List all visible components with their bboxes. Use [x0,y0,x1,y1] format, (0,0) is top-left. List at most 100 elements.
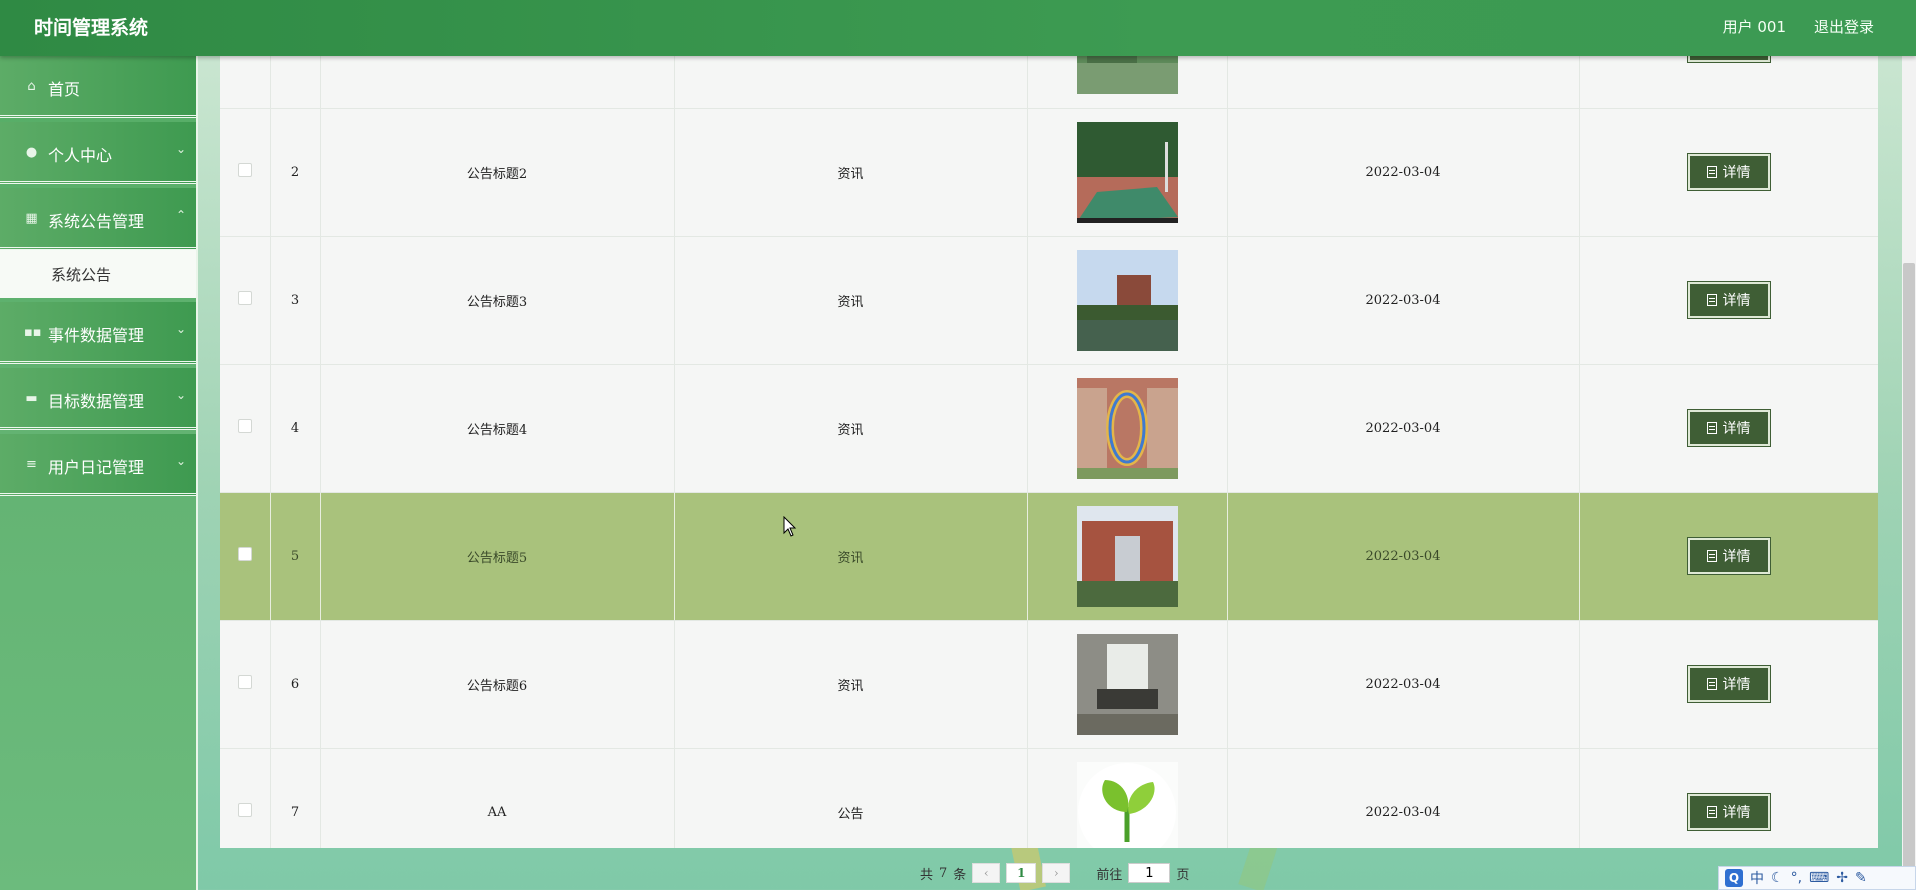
detail-button[interactable]: 详情 [1686,281,1771,319]
top-bar: 时间管理系统 用户 001 退出登录 [0,0,1916,56]
chevron-down-icon: ⌄ [175,388,186,402]
settings-icon[interactable]: ✢ [1836,870,1848,886]
checkbox-cell [220,620,271,749]
detail-button-label: 详情 [1722,677,1751,693]
row-checkbox[interactable] [237,803,252,817]
user-label: 用户 001 [1722,18,1786,36]
pagination-total: 7 [939,865,948,881]
user-icon: ● [25,145,38,160]
sculpture-thumbnail-icon [1076,377,1178,479]
detail-button[interactable]: 详情 [1686,409,1771,447]
document-icon [1706,166,1717,178]
table-row[interactable]: 2 公告标题2 资讯 2022-03-04 详情 [220,108,1878,237]
announcement-type: 资讯 [674,492,1028,621]
apps-icon: ▪▪ [24,325,42,340]
row-index: 6 [270,620,321,749]
sidebar-item-label: 系统公告管理 [48,212,145,231]
announcement-title: 公告标题2 [320,108,675,237]
announcement-date: 2022-03-04 [1227,492,1580,621]
document-icon [1706,806,1717,818]
tool-icon[interactable]: ✎ [1855,870,1867,886]
detail-button[interactable]: 详情 [1686,793,1771,831]
checkbox-cell [220,748,271,848]
row-checkbox[interactable] [237,675,252,689]
checkbox-cell [220,364,271,493]
lake-building-thumbnail-icon [1076,249,1178,351]
detail-button[interactable]: 详情 [1686,537,1771,575]
ime-mode-toggle[interactable]: 中 [1750,868,1764,888]
sidebar-subitem-announcement[interactable]: 系统公告 [0,250,196,298]
thumbnail-cell [1027,748,1228,848]
scrollbar-thumb[interactable] [1903,263,1915,890]
sidebar-item-user-diary[interactable]: ≡ 用户日记管理 ⌄ [0,434,196,496]
row-checkbox[interactable] [237,419,252,433]
list-icon: ≡ [26,457,37,472]
folder-icon: ▬ [25,391,38,406]
next-page-button[interactable]: › [1042,863,1071,883]
detail-button-label: 详情 [1722,421,1751,437]
pagination-total-suffix: 条 [953,867,967,883]
row-index: 4 [270,364,321,493]
chevron-down-icon: ⌄ [175,322,186,336]
detail-button-label: 详情 [1722,293,1751,309]
action-cell: 详情 [1579,236,1878,365]
row-checkbox[interactable] [237,163,252,177]
ime-toolbar: Q 中 ☾ °, ⌨ ✢ ✎ [1718,866,1916,890]
sidebar-item-home[interactable]: ⌂ 首页 [0,56,196,118]
row-checkbox[interactable] [237,291,252,305]
pagination-total-prefix: 共 [920,867,934,883]
sidebar: ⌂ 首页 ● 个人中心 ⌄ ▦ 系统公告管理 ⌃ 系统公告 ▪▪ 事件数据管理 … [0,56,198,890]
sidebar-item-label: 首页 [48,80,81,99]
goto-page-input[interactable] [1128,863,1171,883]
announcement-date: 2022-03-04 [1227,108,1580,237]
table-row[interactable]: 7 AA 公告 2022-03-04 详情 [220,748,1878,848]
sidebar-item-personal-center[interactable]: ● 个人中心 ⌄ [0,122,196,184]
document-icon [1706,294,1717,306]
detail-button[interactable]: 详情 [1686,665,1771,703]
thumbnail-cell [1027,108,1228,237]
row-index: 2 [270,108,321,237]
document-icon [1706,422,1717,434]
basketball-court-thumbnail-icon [1076,121,1178,223]
row-index: 3 [270,236,321,365]
document-icon [1706,550,1717,562]
table-row[interactable]: 3 公告标题3 资讯 2022-03-04 详情 [220,236,1878,365]
thumbnail-cell [1027,364,1228,493]
punctuation-icon[interactable]: °, [1791,870,1802,886]
sidebar-item-goal-data[interactable]: ▬ 目标数据管理 ⌄ [0,368,196,430]
previous-page-button[interactable]: ‹ [972,863,1001,883]
ime-logo-icon[interactable]: Q [1725,869,1743,887]
table-row[interactable]: 4 公告标题4 资讯 2022-03-04 详情 [220,364,1878,493]
checkbox-cell [220,236,271,365]
leaf-logo-thumbnail-icon [1076,761,1178,848]
keyboard-icon[interactable]: ⌨ [1809,870,1829,886]
announcement-date: 2022-03-04 [1227,236,1580,365]
app-title: 时间管理系统 [34,17,149,39]
announcement-date: 2022-03-04 [1227,620,1580,749]
chevron-up-icon: ⌃ [175,208,186,222]
current-page-button[interactable]: 1 [1006,863,1037,883]
goto-suffix: 页 [1176,867,1190,883]
logout-link[interactable]: 退出登录 [1814,16,1874,37]
checkbox-cell [220,108,271,237]
action-cell: 详情 [1579,748,1878,848]
row-checkbox[interactable] [237,547,252,561]
sidebar-item-event-data[interactable]: ▪▪ 事件数据管理 ⌄ [0,302,196,364]
table-row[interactable]: 6 公告标题6 资讯 2022-03-04 详情 [220,620,1878,749]
document-icon [1706,678,1717,690]
announcement-type: 公告 [674,748,1028,848]
announcement-type: 资讯 [674,236,1028,365]
sidebar-item-label: 目标数据管理 [48,392,145,411]
announcement-title: 公告标题5 [320,492,675,621]
sidebar-item-announcement-management[interactable]: ▦ 系统公告管理 ⌃ [0,188,196,250]
action-cell: 详情 [1579,108,1878,237]
table-row[interactable]: 5 公告标题5 资讯 2022-03-04 详情 [220,492,1878,621]
announcement-date: 2022-03-04 [1227,748,1580,848]
thumbnail-cell [1027,620,1228,749]
announcement-title: AA [320,748,675,848]
action-cell: 详情 [1579,364,1878,493]
moon-icon[interactable]: ☾ [1771,870,1784,886]
row-index: 7 [270,748,321,848]
detail-button[interactable]: 详情 [1686,153,1771,191]
vertical-scrollbar[interactable] [1902,0,1916,890]
